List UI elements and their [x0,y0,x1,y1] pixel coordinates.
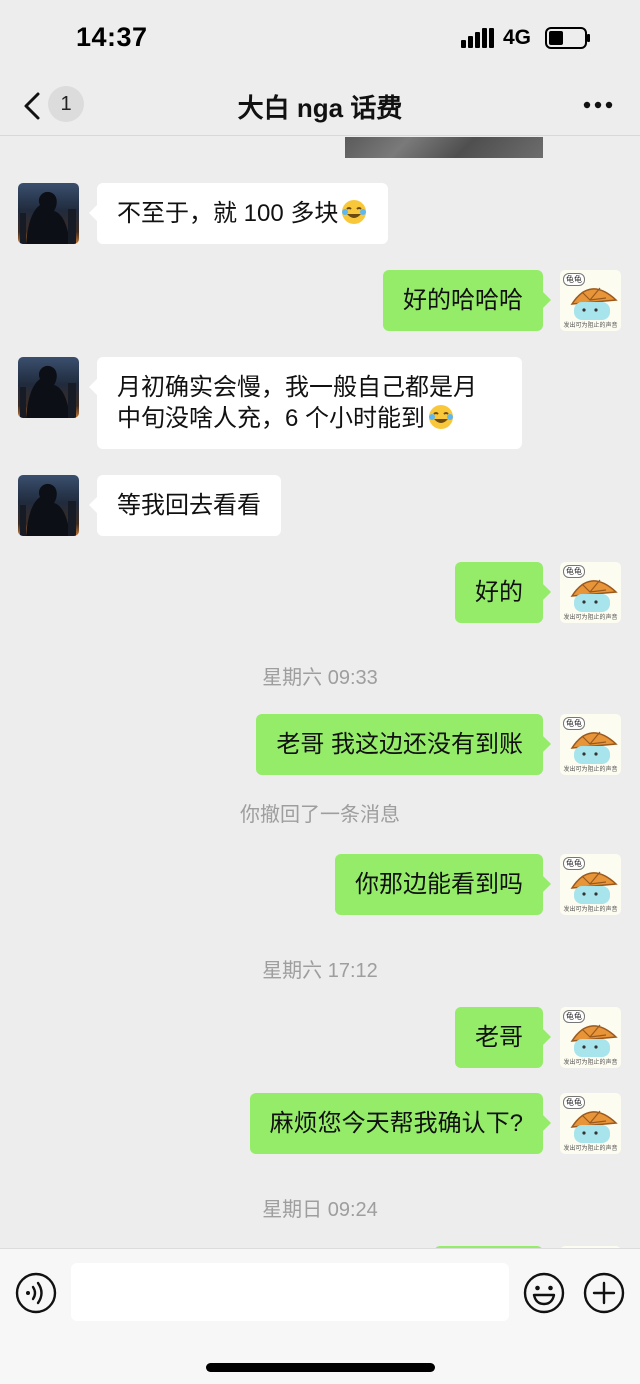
message-text-line2: 中旬没啥人充，6 个小时能到 [117,405,426,432]
rofl-emoji-icon [342,200,367,224]
message-bubble-outgoing[interactable]: 老哥 我这边还没有到账 [256,714,551,775]
message-bubble-outgoing[interactable]: 好的 [455,562,551,623]
message-bubble-outgoing[interactable]: 老哥 [455,1007,551,1068]
timestamp: 星期六 17:12 [262,960,378,982]
timestamp: 星期六 09:33 [262,667,378,689]
rofl-emoji-icon [429,405,454,429]
back-chevron-icon[interactable] [20,90,44,122]
my-avatar[interactable]: 龟龟 发出可为阻止的声音 [560,1093,621,1154]
silhouette-image [20,365,76,418]
my-avatar[interactable]: 龟龟 发出可为阻止的声音 [560,854,621,915]
my-avatar[interactable]: 龟龟 发出可为阻止的声音 [560,562,621,623]
nav-bar: 1 大白 nga 话费 [0,76,640,136]
chat-area[interactable]: 不至于，就 100 多块 好的哈哈哈 龟龟 发出可为阻止的声音 月初确实会慢，我… [0,137,640,1248]
timestamp: 星期日 09:24 [262,1199,378,1221]
status-time: 14:37 [76,22,148,52]
plus-icon[interactable] [582,1271,626,1315]
message-text: 老哥 我这边还没有到账 [276,731,523,758]
image-message-partial[interactable] [345,137,543,158]
avatar-caption: 发出可为阻止的声音 [563,767,618,773]
contact-avatar[interactable] [18,475,79,536]
message-bubble-outgoing[interactable]: 好的哈哈哈 [383,270,551,331]
avatar-caption: 发出可为阻止的声音 [563,1060,618,1066]
emoji-icon[interactable] [522,1271,566,1315]
message-bubble-incoming[interactable]: 月初确实会慢，我一般自己都是月 中旬没啥人充，6 个小时能到 [89,357,522,449]
message-text-line1: 月初确实会慢，我一般自己都是月 [117,374,477,401]
message-text: 不至于，就 100 多块 [117,200,339,227]
battery-icon [545,27,590,49]
avatar-caption: 发出可为阻止的声音 [563,615,618,621]
chat-title: 大白 nga 话费 [237,93,403,123]
avatar-caption: 发出可为阻止的声音 [563,907,618,913]
status-bar: 14:37 4G [0,0,640,76]
message-input[interactable] [71,1263,509,1321]
contact-avatar[interactable] [18,183,79,244]
avatar-caption: 发出可为阻止的声音 [563,1146,618,1152]
home-indicator[interactable] [206,1363,435,1372]
avatar-caption: 发出可为阻止的声音 [563,323,618,329]
silhouette-image [20,483,76,536]
message-text: 你那边能看到吗 [355,871,523,898]
recalled-message-note: 你撤回了一条消息 [240,804,400,826]
message-bubble-outgoing[interactable]: 麻烦您今天帮我确认下? [249,1093,552,1154]
my-avatar[interactable]: 龟龟 发出可为阻止的声音 [560,1007,621,1068]
message-text: 老哥 [475,1024,523,1051]
my-avatar[interactable]: 龟龟 发出可为阻止的声音 [560,714,621,775]
message-text: 好的 [475,579,523,606]
message-text: 麻烦您今天帮我确认下? [269,1110,523,1137]
message-bubble-outgoing[interactable]: 你那边能看到吗 [335,854,551,915]
silhouette-image [20,191,76,244]
voice-input-icon[interactable] [14,1271,58,1315]
message-bubble-incoming[interactable]: 等我回去看看 [89,475,281,536]
message-text: 好的哈哈哈 [403,287,523,314]
signal-icon [461,28,494,48]
unread-count-badge[interactable]: 1 [48,86,84,122]
message-text: 等我回去看看 [117,492,261,519]
contact-avatar[interactable] [18,357,79,418]
more-options-icon[interactable] [580,90,616,120]
network-type: 4G [503,26,532,49]
my-avatar[interactable]: 龟龟 发出可为阻止的声音 [560,270,621,331]
message-bubble-incoming[interactable]: 不至于，就 100 多块 [88,183,389,244]
